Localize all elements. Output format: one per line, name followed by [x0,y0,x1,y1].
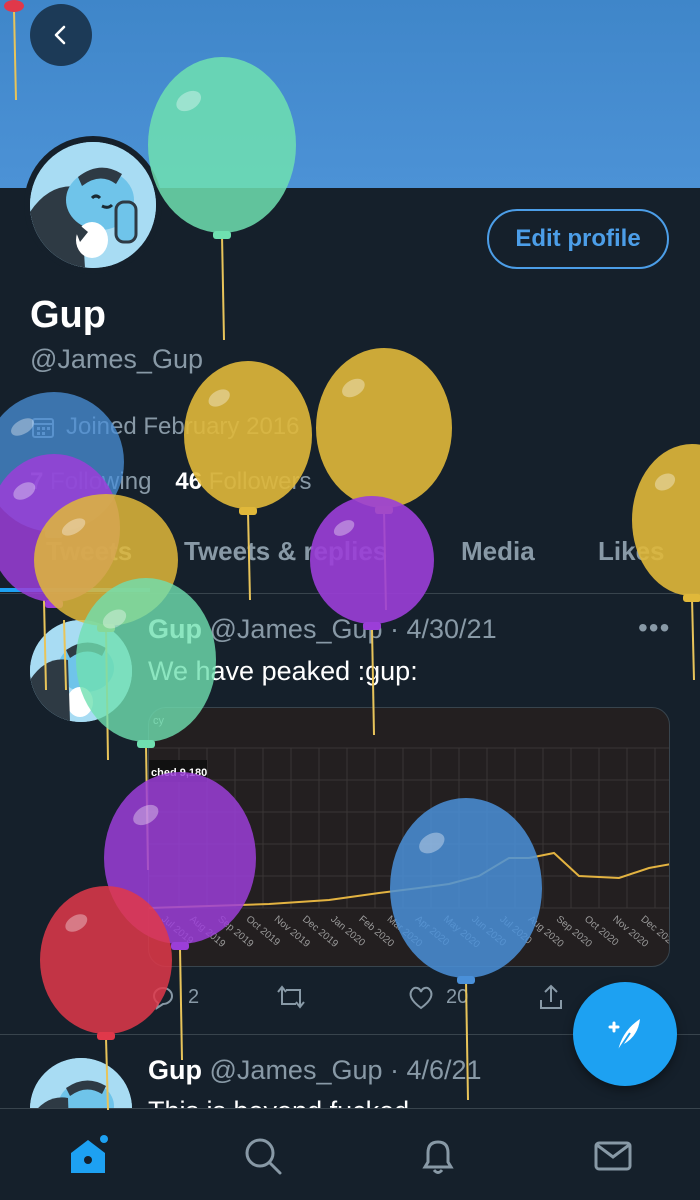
compose-tweet-button[interactable] [573,982,677,1086]
joined-date: Joined February 2016 [30,413,299,441]
tweet-media-chart[interactable]: cy ched 9,180 Jul 2019 Aug 2019 Sep 2019 Oc… [148,707,670,967]
retweet-icon [277,985,305,1009]
home-icon [71,1135,108,1173]
notifications-icon [422,1140,454,1174]
like-button[interactable]: 20 [406,982,468,1012]
balloon-highlight [65,914,88,932]
compose-feather-icon [608,1019,640,1052]
balloon-knot [683,594,700,602]
tweet-author-name[interactable]: Gup [148,614,202,644]
retweet-button[interactable] [274,982,318,1012]
tweet-header: Gup @James_Gup · 4/6/21 [148,1055,482,1086]
nav-notifications[interactable] [413,1131,463,1181]
profile-handle: @James_Gup [30,344,203,374]
back-button[interactable] [30,4,92,66]
chart-grid [149,747,669,909]
chart-tooltip: ched 9,180 [151,767,207,779]
tweet-avatar[interactable] [30,620,132,722]
avatar-image [30,142,156,268]
messages-icon [594,1141,632,1171]
tweet-actions: 2 20 [148,982,578,1022]
heart-icon [409,986,433,1010]
search-icon [245,1138,282,1175]
balloon-knot [375,506,393,514]
tweet-text: We have peaked :gup: [148,656,418,686]
share-button[interactable] [536,982,566,1012]
more-options-icon[interactable]: ••• [638,612,670,644]
following-label: Following [50,468,152,495]
followers-count: 46 [175,468,203,495]
edit-profile-button[interactable]: Edit profile [487,209,669,269]
balloon-highlight [342,378,365,398]
tweet-author-handle[interactable]: @James_Gup [210,614,383,644]
balloon-string [691,597,695,681]
share-icon [540,984,562,1009]
tab-media[interactable]: Media [461,536,535,567]
following-count: 7 [30,468,44,495]
nav-home[interactable] [63,1131,113,1181]
reply-icon [152,987,173,1011]
balloon-knot [213,231,231,239]
nav-search[interactable] [238,1131,288,1181]
bottom-navigation [0,1108,700,1200]
tab-tweets-replies[interactable]: Tweets & replies [184,536,387,567]
balloon-highlight [208,389,230,407]
reply-button[interactable]: 2 [148,982,199,1012]
balloon-knot [45,600,63,608]
chart-line [149,851,669,909]
tweet-date[interactable]: · 4/30/21 [390,614,497,644]
display-name: Gup [30,294,106,336]
reply-count: 2 [188,985,200,1008]
balloon-knot [239,507,257,515]
profile-avatar[interactable] [24,136,162,274]
balloon-highlight [654,473,676,491]
followers-link[interactable]: 46 Followers [175,468,311,496]
tweet-author-name[interactable]: Gup [148,1055,202,1085]
following-link[interactable]: 7 Following [30,468,151,496]
calendar-icon [32,418,54,438]
like-count: 20 [446,985,469,1008]
tab-likes[interactable]: Likes [598,536,665,567]
tweet-author-handle[interactable]: @James_Gup [210,1055,383,1085]
profile-tabs: Tweets Tweets & replies Media Likes [0,520,700,594]
balloon-string [221,234,225,341]
back-arrow-icon [54,25,66,45]
tweet-header: Gup @James_Gup · 4/30/21 [148,614,497,645]
tab-tweets[interactable]: Tweets [46,536,132,567]
chart-x-labels: Jul 2019Aug 2019Sep 2019Oct 2019Nov 2019… [159,914,669,951]
nav-messages[interactable] [588,1131,638,1181]
tweet-date[interactable]: · 4/6/21 [390,1055,482,1085]
balloon [316,348,452,508]
active-tab-indicator [0,588,150,592]
joined-label: Joined February 2016 [66,413,300,440]
chart-label-top: cy [153,715,165,727]
followers-label: Followers [208,468,312,495]
follow-stats: 7 Following 46 Followers [30,468,312,496]
